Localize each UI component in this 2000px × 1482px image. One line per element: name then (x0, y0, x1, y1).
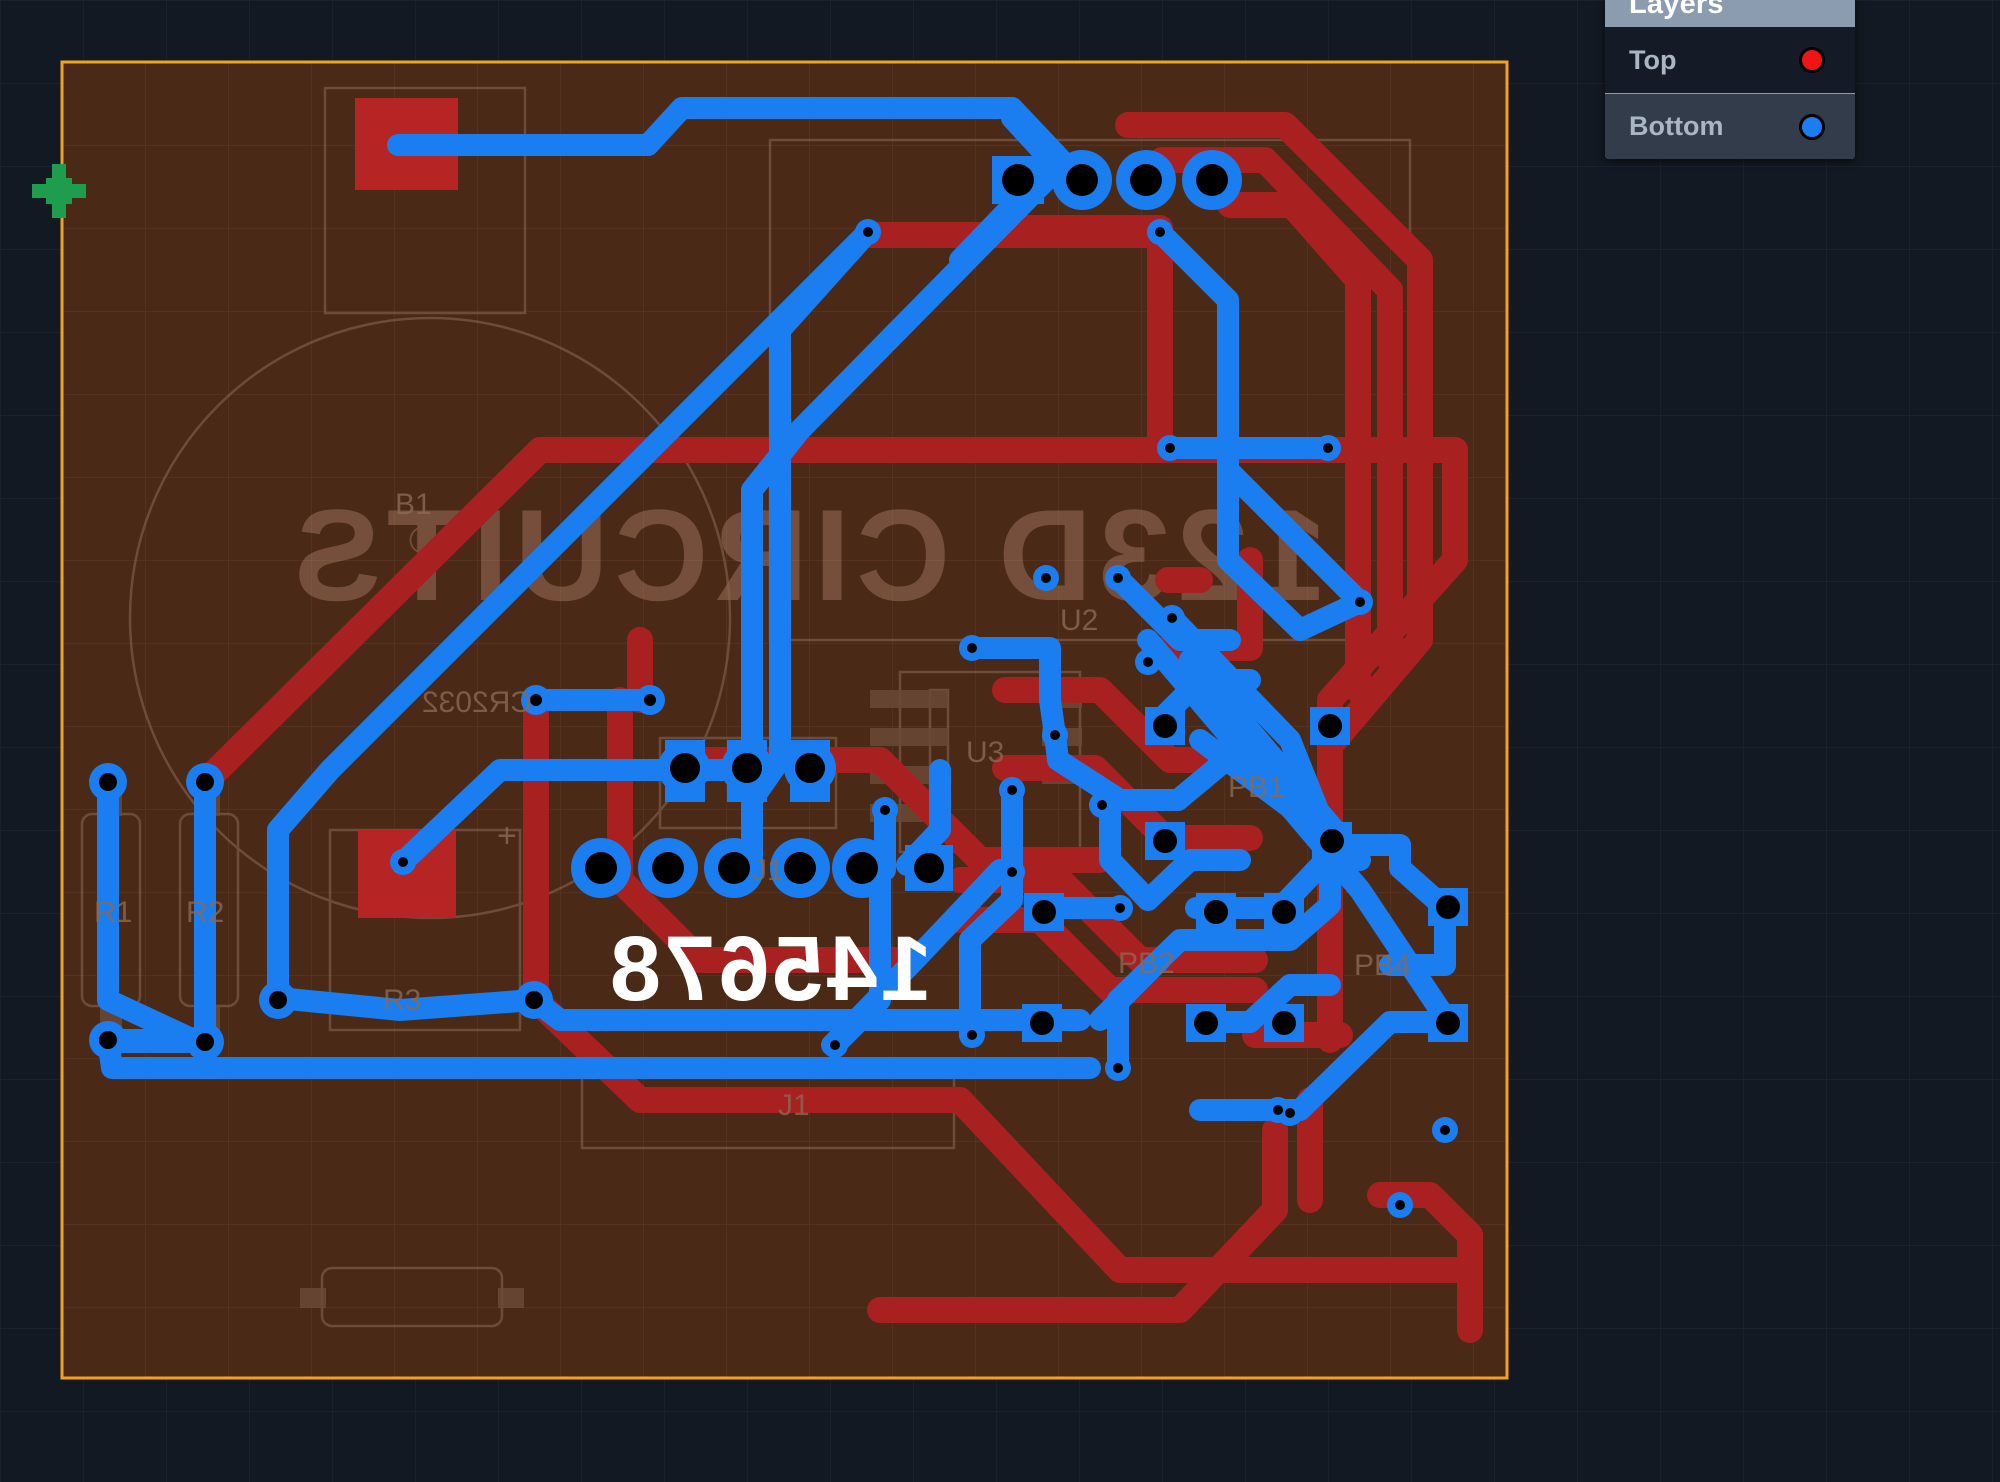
designator-j1-bottom: J1 (778, 1089, 810, 1122)
layer-color-dot-top[interactable] (1799, 47, 1825, 73)
layers-panel[interactable]: Layers Top Bottom (1605, 0, 1855, 159)
layer-label-top: Top (1629, 44, 1677, 75)
designator-r3: R3 (383, 984, 421, 1017)
board-serial-silk: 145678 (607, 918, 932, 1020)
layer-color-dot-bottom[interactable] (1799, 113, 1825, 140)
designator-pb1: PB1 (1228, 771, 1285, 804)
pcb-editor-canvas[interactable]: 123D CIRCUITS ® 145678 B1 R1 R2 R3 CR203… (0, 0, 2000, 1482)
pcb-artwork[interactable]: 123D CIRCUITS ® 145678 B1 R1 R2 R3 CR203… (0, 0, 2000, 1482)
layers-panel-title: Layers (1629, 0, 1724, 20)
designator-pb2: PB2 (1118, 947, 1175, 980)
designator-u3: U3 (966, 736, 1004, 769)
designator-b1: B1 (395, 488, 432, 521)
designator-j1-top: J1 (752, 854, 784, 887)
layer-row-top[interactable]: Top (1605, 27, 1855, 93)
svg-text:145678: 145678 (607, 918, 932, 1020)
layer-label-bottom: Bottom (1629, 111, 1724, 141)
designator-pb4: PB4 (1354, 949, 1411, 982)
designator-r1: R1 (94, 896, 132, 929)
designator-r2: R2 (186, 896, 224, 929)
designator-u2: U2 (1060, 604, 1098, 637)
layer-row-bottom[interactable]: Bottom (1605, 93, 1855, 159)
designator-cr2032: CR2032 (422, 686, 532, 719)
designator-plus: + (497, 817, 517, 855)
